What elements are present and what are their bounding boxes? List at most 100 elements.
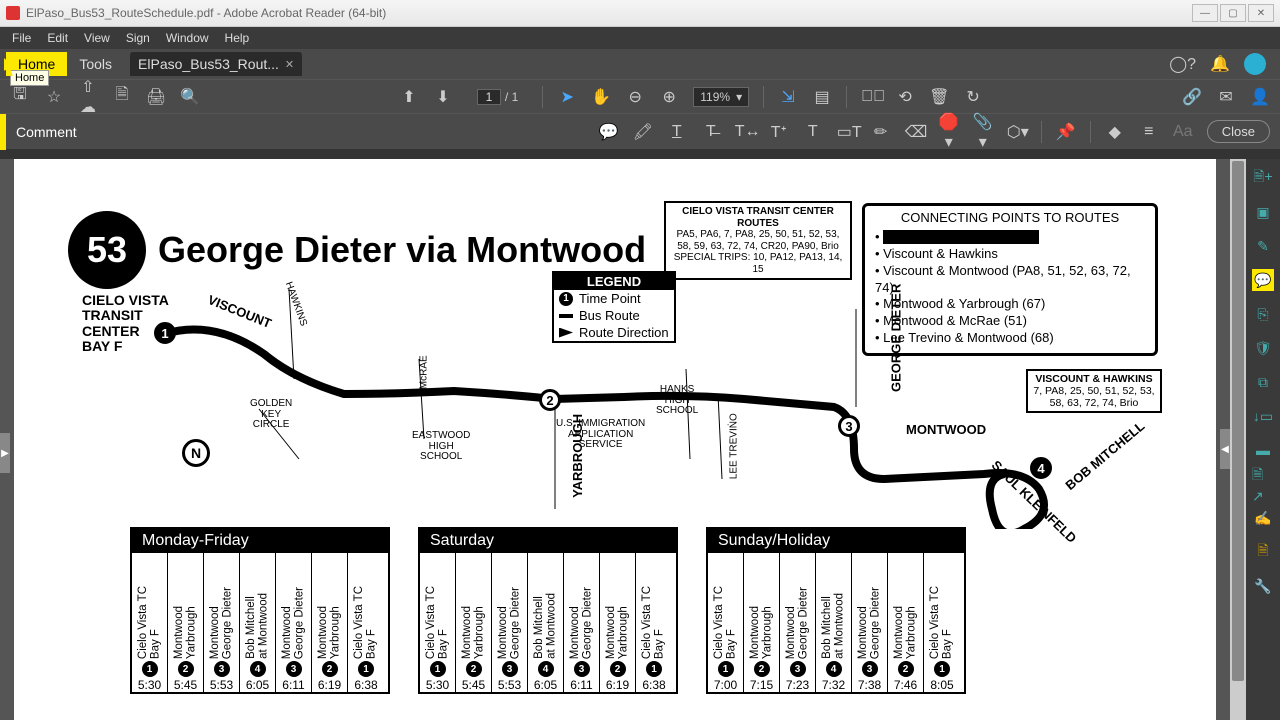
sticky-note-icon[interactable]: 💬 [599,122,619,142]
column-time: 6:05 [534,677,557,692]
refresh-icon[interactable]: ↻ [963,87,983,107]
column-timepoint: 2 [466,661,482,677]
column-stop-label: Bob Mitchell at Montwood [245,589,270,659]
print-icon[interactable]: 🖨 [146,87,166,107]
menu-edit[interactable]: Edit [41,29,74,47]
expand-left-handle[interactable]: ▶ [0,433,10,473]
close-window-button[interactable]: ✕ [1248,4,1274,22]
zoom-in-icon[interactable]: ⊕ [659,87,679,107]
menu-file[interactable]: File [6,29,37,47]
rotate-ccw-icon[interactable]: ⟲ [895,87,915,107]
page-down-icon[interactable]: ⬇ [433,87,453,107]
minimize-button[interactable]: — [1192,4,1218,22]
street-georgedieter: GEORGE DIETER [889,284,903,392]
eraser-icon[interactable]: ⌫ [905,122,925,142]
text-underline-icon[interactable]: T̲ [667,123,687,141]
lbl-golden-key: GOLDEN KEY CIRCLE [250,399,292,431]
page-up-icon[interactable]: ⬆ [399,87,419,107]
menu-window[interactable]: Window [160,29,215,47]
tab-document[interactable]: ElPaso_Bus53_Rout... ✕ [130,52,302,76]
mail-icon[interactable]: ✉ [1216,87,1236,107]
more-tools-icon[interactable]: 🗎 [1252,541,1274,563]
profile-icon[interactable]: 👤 [1250,87,1270,107]
tab-tools-label: Tools [79,56,112,72]
timepoint-1: 1 [154,322,176,344]
notifications-icon[interactable]: 🔔 [1210,54,1230,74]
organize-icon[interactable]: ⧉ [1252,371,1274,393]
stamp-icon[interactable]: 🛑▾ [939,112,959,152]
vertical-scrollbar[interactable] [1230,159,1246,720]
tab-home[interactable]: Home Home [6,52,67,76]
delete-icon[interactable]: 🗑 [929,87,949,107]
close-tab-icon[interactable]: ✕ [285,58,294,71]
page-display-icon[interactable]: ▤ [812,87,832,107]
column-time: 5:53 [210,677,233,692]
attach-icon[interactable]: 📎▾ [973,112,993,152]
zoom-select[interactable]: 119%▾ [693,87,749,107]
schedule-column: Montwood Yarbrough27:15 [744,553,780,692]
pencil-icon[interactable]: ✏ [871,122,891,142]
edit-pdf-icon[interactable]: ✎ [1252,235,1274,257]
create-pdf-icon[interactable]: 🗎+ [1252,167,1274,189]
text-replace-icon[interactable]: T↔ [735,123,755,141]
compress-icon[interactable]: ↓▭ [1252,405,1274,427]
schedule-column: Bob Mitchell at Montwood46:05 [240,553,276,692]
highlight-icon[interactable]: 🖍 [633,122,653,142]
route-title: George Dieter via Montwood [158,229,646,271]
text-insert-icon[interactable]: Tᐩ [769,122,789,142]
maximize-button[interactable]: ▢ [1220,4,1246,22]
help-icon[interactable]: ◯? [1169,54,1196,74]
column-stop-label: Montwood Yarbrough [461,602,486,659]
font-icon[interactable]: Aa [1173,123,1193,141]
hand-icon[interactable]: ✋ [591,87,611,107]
fit-width-icon[interactable]: ⇲ [778,87,798,107]
combine-icon[interactable]: ▣ [1252,201,1274,223]
protect-icon[interactable]: 🛡 [1252,337,1274,359]
fill-icon[interactable]: ◆ [1105,122,1125,142]
redact-icon[interactable]: ▬ [1252,439,1274,461]
column-stop-label: Cielo Vista TC Bay F [353,582,378,659]
column-timepoint: 2 [322,661,338,677]
schedule-column: Montwood Yarbrough26:19 [312,553,348,692]
files-icon[interactable]: 🗎 [112,83,132,110]
edit-icon[interactable]: ✎⃞ [861,88,881,106]
pointer-icon[interactable]: ➤ [557,87,577,107]
text-tool-icon[interactable]: T [803,123,823,141]
comment-panel-icon[interactable]: 💬 [1252,269,1274,291]
zoom-out-icon[interactable]: ⊖ [625,87,645,107]
page-current-input[interactable] [477,89,501,105]
pdf-page: 53 George Dieter via Montwood CIELO VIST… [14,159,1216,720]
column-stop-label: Montwood George Dieter [497,583,522,659]
sign-icon[interactable]: ✍ [1252,507,1274,529]
scrollbar-thumb[interactable] [1232,161,1244,681]
search-icon[interactable]: 🔍 [180,87,200,107]
pin-icon[interactable]: 📌 [1056,122,1076,142]
menu-help[interactable]: Help [219,29,256,47]
save-icon[interactable]: 🖫 [10,83,30,110]
collapse-right-handle[interactable]: ◀ [1220,429,1230,469]
export-pdf-icon[interactable]: 🗎↗ [1252,473,1274,495]
tab-document-label: ElPaso_Bus53_Rout... [138,56,279,72]
settings-icon[interactable]: 🔧 [1252,575,1274,597]
column-stop-label: Cielo Vista TC Bay F [641,582,666,659]
menu-sign[interactable]: Sign [120,29,156,47]
column-timepoint: 1 [430,661,446,677]
textbox-icon[interactable]: ▭T [837,122,857,142]
window-title: ElPaso_Bus53_RouteSchedule.pdf - Adobe A… [26,6,386,20]
column-stop-label: Montwood George Dieter [569,583,594,659]
shapes-icon[interactable]: ⬡▾ [1007,122,1027,142]
close-comment-button[interactable]: Close [1207,120,1270,143]
tab-tools[interactable]: Tools [67,52,124,76]
cloud-upload-icon[interactable]: ⇧☁ [78,77,98,117]
text-strike-icon[interactable]: T̶ [701,123,721,141]
menu-view[interactable]: View [78,29,116,47]
share-icon[interactable]: 🔗 [1182,87,1202,107]
user-avatar[interactable] [1244,53,1266,75]
column-time: 5:30 [426,677,449,692]
scan-icon[interactable]: ⎘ [1252,303,1274,325]
column-timepoint: 3 [790,661,806,677]
line-weight-icon[interactable]: ≡ [1139,123,1159,141]
page-total: / 1 [505,90,518,104]
star-icon[interactable]: ☆ [44,87,64,107]
column-time: 8:05 [930,677,953,692]
